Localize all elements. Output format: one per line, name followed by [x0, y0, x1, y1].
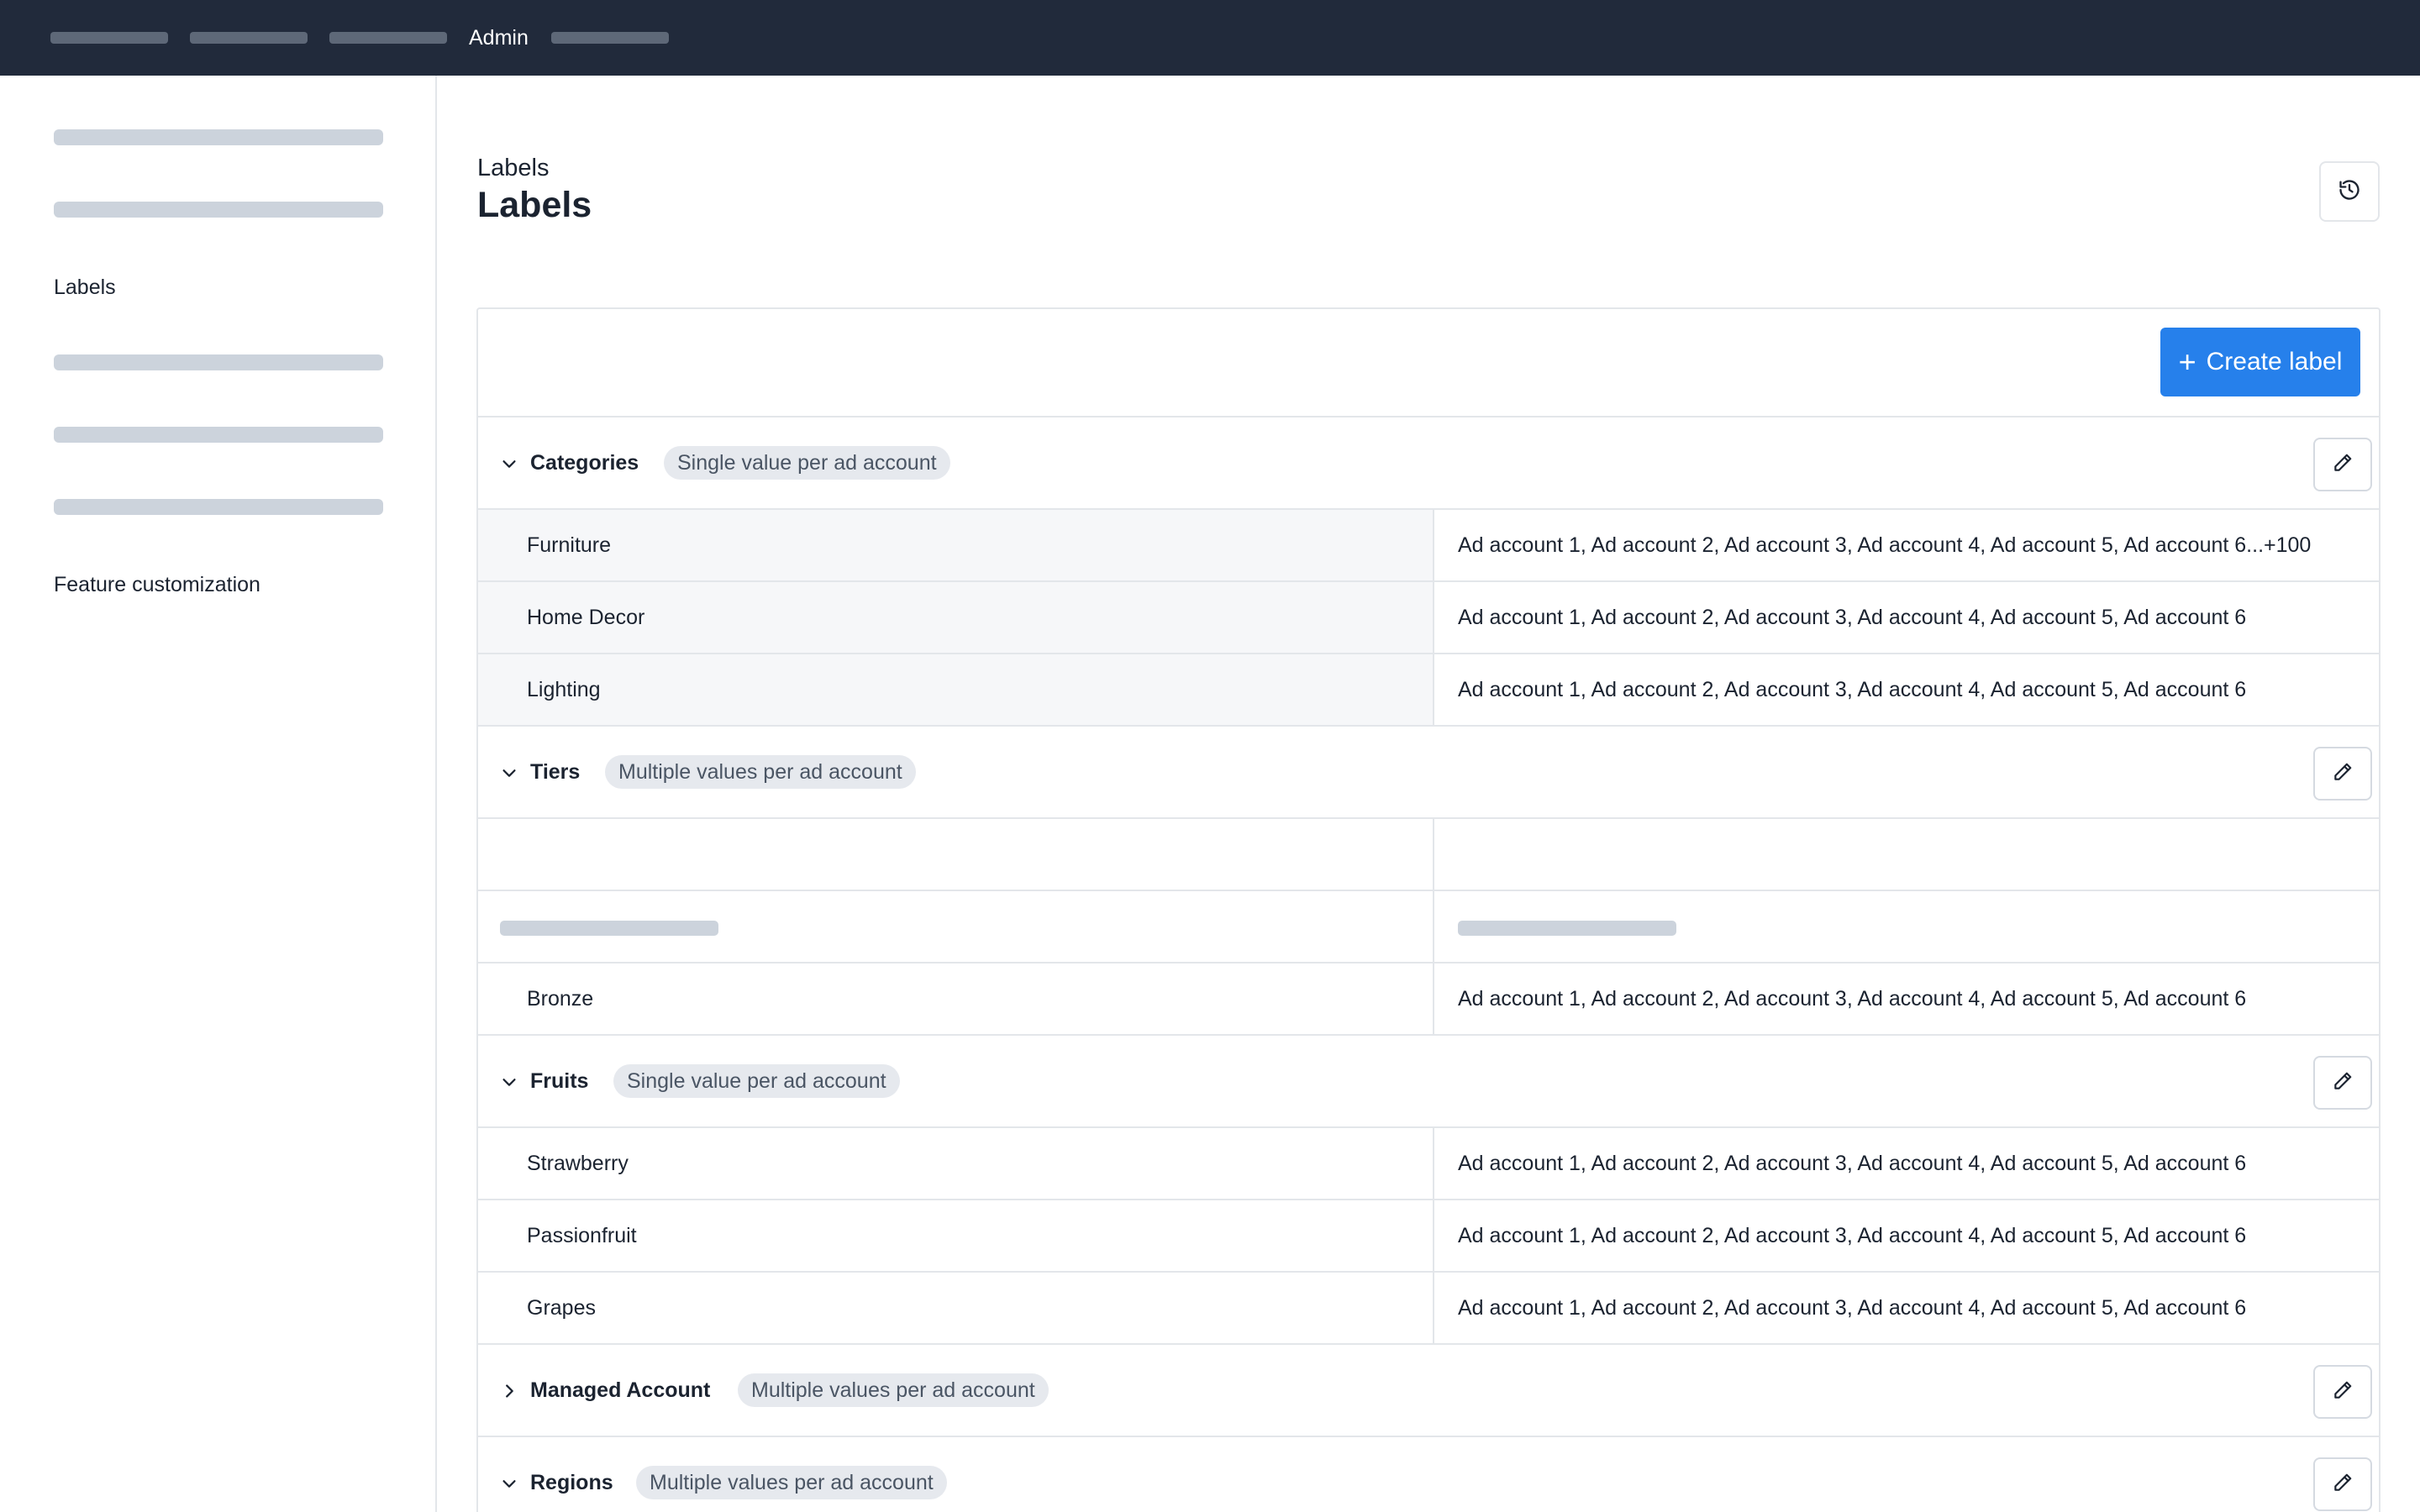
label-value: Lighting	[527, 678, 601, 701]
group-name: Regions	[530, 1470, 613, 1494]
edit-button[interactable]	[2313, 1457, 2372, 1511]
chevron-down-icon[interactable]	[498, 1071, 520, 1093]
group-header-categories[interactable]: Categories Single value per ad account	[478, 416, 2379, 508]
table-row: Passionfruit Ad account 1, Ad account 2,…	[478, 1199, 2379, 1271]
group-name: Fruits	[530, 1068, 589, 1093]
ad-accounts: Ad account 1, Ad account 2, Ad account 3…	[1458, 1296, 2247, 1320]
accounts-cell: Ad account 1, Ad account 2, Ad account 3…	[1434, 582, 2379, 653]
value-type-badge: Multiple values per ad account	[605, 755, 916, 789]
nav-item-admin[interactable]: Admin	[469, 24, 529, 52]
accounts-cell: Ad account 1, Ad account 2, Ad account 3…	[1434, 510, 2379, 580]
text-placeholder	[500, 921, 718, 936]
nav-placeholder[interactable]	[190, 32, 308, 44]
pencil-icon	[2332, 1472, 2354, 1498]
text-placeholder	[1458, 921, 1676, 936]
ad-accounts: Ad account 1, Ad account 2, Ad account 3…	[1458, 1152, 2247, 1175]
sidebar-item-placeholder[interactable]	[54, 427, 383, 443]
chevron-down-icon[interactable]	[498, 453, 520, 475]
label-value: Home Decor	[527, 606, 645, 629]
label-value-cell: Home Decor	[478, 582, 1434, 653]
sidebar: Labels Feature customization	[0, 76, 437, 1512]
ad-accounts: Ad account 1, Ad account 2, Ad account 3…	[1458, 533, 2312, 557]
label-value: Strawberry	[527, 1152, 629, 1175]
label-value: Grapes	[527, 1296, 596, 1320]
sidebar-item-placeholder[interactable]	[54, 202, 383, 218]
ad-accounts: Ad account 1, Ad account 2, Ad account 3…	[1458, 987, 2247, 1011]
group-header-tiers[interactable]: Tiers Multiple values per ad account	[478, 725, 2379, 817]
sidebar-item-placeholder[interactable]	[54, 499, 383, 515]
sidebar-item-labels[interactable]: Labels	[54, 274, 116, 301]
edit-button[interactable]	[2313, 1056, 2372, 1110]
sidebar-item-placeholder[interactable]	[54, 354, 383, 370]
value-type-badge: Single value per ad account	[664, 446, 950, 480]
group-name: Tiers	[530, 759, 581, 784]
value-type-badge: Multiple values per ad account	[636, 1466, 947, 1499]
nav-placeholder[interactable]	[50, 32, 168, 44]
pencil-icon	[2332, 761, 2354, 787]
table-row: Lighting Ad account 1, Ad account 2, Ad …	[478, 653, 2379, 725]
label-value: Bronze	[527, 987, 594, 1011]
group-header-managed-account[interactable]: Managed Account Multiple values per ad a…	[478, 1343, 2379, 1436]
label-value: Passionfruit	[527, 1224, 637, 1247]
sidebar-item-feature-customization[interactable]: Feature customization	[54, 571, 260, 598]
nav-placeholder[interactable]	[329, 32, 447, 44]
history-button[interactable]	[2319, 161, 2380, 222]
label-value-cell	[478, 891, 1434, 962]
group-header-regions[interactable]: Regions Multiple values per ad account	[478, 1436, 2379, 1512]
accounts-cell: Ad account 1, Ad account 2, Ad account 3…	[1434, 1273, 2379, 1343]
table-row: Home Decor Ad account 1, Ad account 2, A…	[478, 580, 2379, 653]
edit-button[interactable]	[2313, 1365, 2372, 1419]
label-value-cell: Strawberry	[478, 1128, 1434, 1199]
group-name: Categories	[530, 450, 639, 475]
table-row: Bronze Ad account 1, Ad account 2, Ad ac…	[478, 962, 2379, 1034]
group-name: Managed Account	[530, 1378, 711, 1402]
edit-button[interactable]	[2313, 747, 2372, 801]
table-row-placeholder	[478, 890, 2379, 962]
chevron-right-icon[interactable]	[498, 1380, 520, 1402]
label-value-cell: Passionfruit	[478, 1200, 1434, 1271]
create-label-button[interactable]: + Create label	[2160, 328, 2360, 396]
label-value-cell: Grapes	[478, 1273, 1434, 1343]
table-row: Furniture Ad account 1, Ad account 2, Ad…	[478, 508, 2379, 580]
pencil-icon	[2332, 1379, 2354, 1405]
value-type-badge: Single value per ad account	[613, 1064, 900, 1098]
ad-accounts: Ad account 1, Ad account 2, Ad account 3…	[1458, 678, 2247, 701]
label-value-cell: Lighting	[478, 654, 1434, 725]
label-value-cell	[478, 819, 1434, 890]
breadcrumb: Labels	[477, 155, 550, 181]
group-header-fruits[interactable]: Fruits Single value per ad account	[478, 1034, 2379, 1126]
table-row: Grapes Ad account 1, Ad account 2, Ad ac…	[478, 1271, 2379, 1343]
ad-accounts: Ad account 1, Ad account 2, Ad account 3…	[1458, 606, 2247, 629]
labels-card: + Create label Categories Single value p…	[476, 307, 2381, 1512]
plus-icon: +	[2178, 344, 2196, 379]
top-nav-bar: Admin	[0, 0, 2420, 76]
value-type-badge: Multiple values per ad account	[738, 1373, 1049, 1407]
nav-placeholder[interactable]	[551, 32, 669, 44]
chevron-down-icon[interactable]	[498, 762, 520, 784]
pencil-icon	[2332, 452, 2354, 478]
ad-accounts: Ad account 1, Ad account 2, Ad account 3…	[1458, 1224, 2247, 1247]
history-icon	[2338, 178, 2361, 206]
accounts-cell: Ad account 1, Ad account 2, Ad account 3…	[1434, 1200, 2379, 1271]
accounts-cell: Ad account 1, Ad account 2, Ad account 3…	[1434, 963, 2379, 1034]
chevron-down-icon[interactable]	[498, 1473, 520, 1494]
labels-table: Categories Single value per ad account F…	[478, 416, 2379, 1512]
create-label-text: Create label	[2206, 348, 2343, 375]
edit-button[interactable]	[2313, 438, 2372, 491]
label-value: Furniture	[527, 533, 612, 557]
accounts-cell	[1434, 819, 2379, 890]
accounts-cell	[1434, 891, 2379, 962]
pencil-icon	[2332, 1070, 2354, 1096]
table-row-empty	[478, 817, 2379, 890]
label-value-cell: Furniture	[478, 510, 1434, 580]
accounts-cell: Ad account 1, Ad account 2, Ad account 3…	[1434, 654, 2379, 725]
label-value-cell: Bronze	[478, 963, 1434, 1034]
page-title: Labels	[477, 185, 592, 225]
accounts-cell: Ad account 1, Ad account 2, Ad account 3…	[1434, 1128, 2379, 1199]
sidebar-item-placeholder[interactable]	[54, 129, 383, 145]
table-row: Strawberry Ad account 1, Ad account 2, A…	[478, 1126, 2379, 1199]
